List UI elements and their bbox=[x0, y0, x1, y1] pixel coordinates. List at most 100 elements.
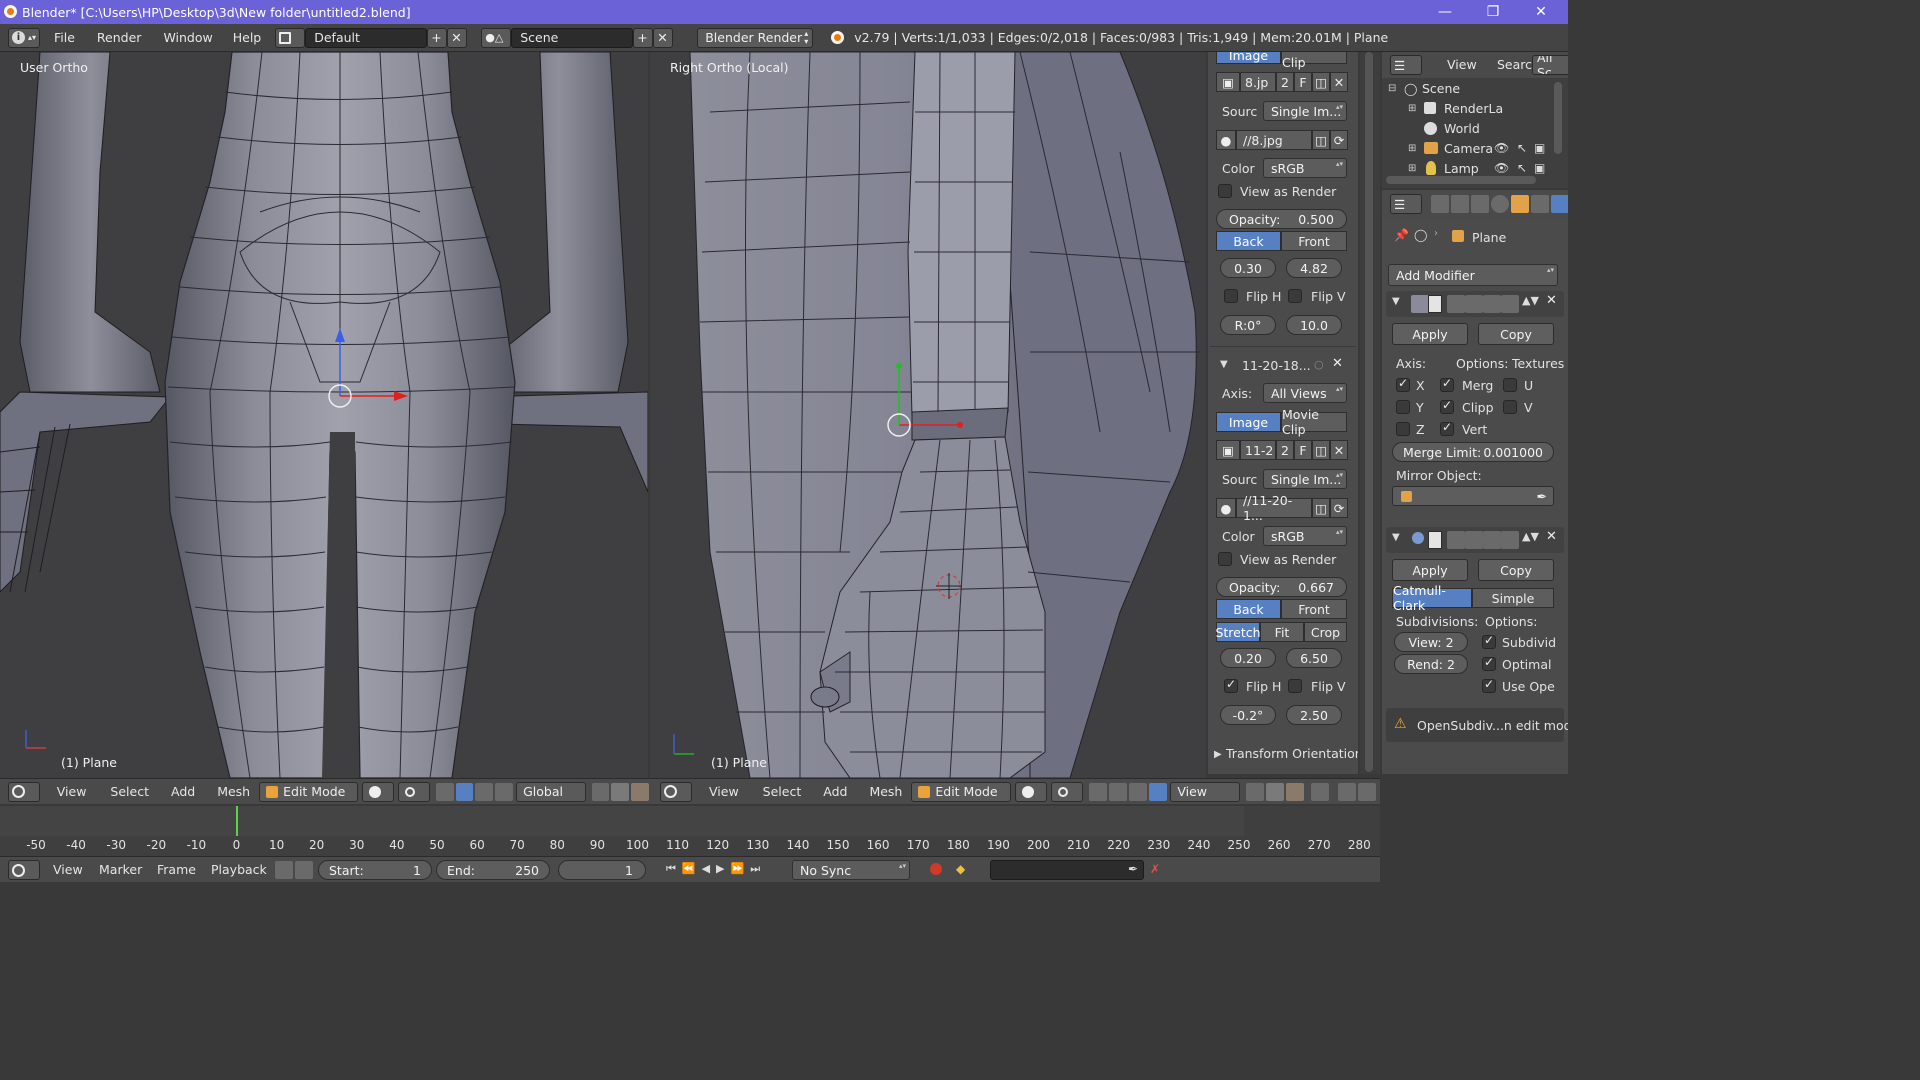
add-scene-icon[interactable]: + bbox=[633, 27, 654, 48]
record-icon[interactable] bbox=[930, 863, 942, 875]
bg2-view-as-render-checkbox[interactable] bbox=[1218, 552, 1232, 566]
bg1-offset-x[interactable]: 0.30 bbox=[1220, 258, 1276, 278]
camera-visibility-icon[interactable]: 👁 bbox=[1494, 141, 1509, 155]
bg2-fit-fit[interactable]: Fit bbox=[1260, 622, 1304, 642]
editor-type-button[interactable] bbox=[8, 781, 40, 802]
mirror-copy-button[interactable]: Copy bbox=[1478, 323, 1554, 345]
mirror-v-checkbox[interactable] bbox=[1503, 400, 1517, 414]
bg1-open-icon[interactable]: ◫ bbox=[1312, 72, 1330, 92]
render-engine-dropdown[interactable]: Blender Render ▴ ▾ bbox=[697, 27, 814, 48]
mirror-merge-checkbox[interactable] bbox=[1440, 376, 1454, 392]
info-editor-type-button[interactable]: i ▴▾ bbox=[8, 27, 40, 48]
outliner-menu-view[interactable]: View bbox=[1438, 57, 1486, 72]
subsurf-view-levels[interactable]: View: 2 bbox=[1394, 632, 1468, 652]
object-tab-icon[interactable] bbox=[1511, 195, 1529, 213]
playback-controls-icon[interactable]: ⏮⏪◀▶⏩⏭ bbox=[666, 862, 766, 876]
scale-manipulator-icon[interactable] bbox=[1149, 782, 1168, 801]
viewport-shading-dropdown[interactable] bbox=[362, 781, 395, 802]
eyedropper-icon[interactable]: ✒ bbox=[1537, 489, 1547, 504]
pin-icon[interactable]: 📌 bbox=[1394, 228, 1409, 242]
constraints-tab-icon[interactable] bbox=[1531, 195, 1549, 213]
current-frame-field[interactable]: 1 bbox=[558, 860, 646, 880]
viewport-left-mode-dropdown[interactable]: Edit Mode bbox=[259, 781, 359, 802]
mirror-vertex-groups-checkbox[interactable] bbox=[1440, 420, 1454, 436]
viewport-right-menu-select[interactable]: Select bbox=[754, 784, 811, 799]
face-select-icon[interactable] bbox=[631, 782, 649, 801]
add-modifier-dropdown[interactable]: Add Modifier bbox=[1388, 264, 1558, 286]
transform-orientation-dropdown[interactable]: Global bbox=[516, 781, 586, 802]
outliner-item-camera[interactable]: Camera bbox=[1444, 141, 1493, 156]
bg1-pack-icon[interactable]: ● bbox=[1216, 130, 1236, 150]
subsurf-use-opensubdiv-checkbox[interactable] bbox=[1482, 677, 1496, 693]
lamp-select-icon[interactable]: ↖ bbox=[1517, 161, 1527, 175]
bg2-source-dropdown[interactable]: Single Im... bbox=[1263, 469, 1347, 489]
bg2-opacity-slider[interactable]: Opacity: 0.667 bbox=[1216, 577, 1347, 597]
bg2-tab-movie-clip[interactable]: Movie Clip bbox=[1281, 407, 1347, 437]
camera-select-icon[interactable]: ↖ bbox=[1517, 141, 1527, 155]
subsurf-catmull-clark-tab[interactable]: Catmull-Clark bbox=[1392, 583, 1472, 613]
outliner-item-renderlayer[interactable]: RenderLa bbox=[1444, 101, 1503, 116]
lamp-visibility-icon[interactable]: 👁 bbox=[1494, 161, 1509, 175]
manipulator-toggle-icon[interactable] bbox=[435, 782, 454, 801]
bg2-fake-user[interactable]: F bbox=[1294, 440, 1312, 460]
world-tab-icon[interactable] bbox=[1491, 195, 1509, 213]
bg2-offset-x[interactable]: 0.20 bbox=[1220, 648, 1276, 668]
subsurf-render-toggle-icon[interactable] bbox=[1447, 531, 1465, 549]
insert-keyframe-icon[interactable]: ✒ bbox=[1128, 862, 1138, 876]
bg1-image-browse-icon[interactable]: ▣ bbox=[1216, 72, 1240, 92]
rotate-manipulator-icon[interactable] bbox=[475, 782, 494, 801]
close-button[interactable]: ✕ bbox=[1518, 0, 1564, 24]
layout-browse-button[interactable] bbox=[275, 27, 306, 48]
timeline-menu-frame[interactable]: Frame bbox=[148, 862, 205, 877]
scale-manipulator-icon[interactable] bbox=[495, 782, 514, 801]
snap-icon[interactable] bbox=[1358, 782, 1377, 801]
viewport-left-menu-add[interactable]: Add bbox=[162, 784, 204, 799]
lock-icon[interactable] bbox=[295, 861, 313, 879]
bg2-remove-icon[interactable]: ✕ bbox=[1332, 356, 1343, 371]
properties-scrollbar-thumb[interactable] bbox=[1365, 52, 1373, 772]
bg1-reload-icon[interactable]: ⟳ bbox=[1330, 130, 1348, 150]
viewport-left-menu-view[interactable]: View bbox=[48, 784, 96, 799]
viewport-right-menu-add[interactable]: Add bbox=[814, 784, 856, 799]
edge-select-icon[interactable] bbox=[1266, 782, 1285, 801]
bg2-fit-stretch[interactable]: Stretch bbox=[1215, 622, 1261, 642]
mirror-clipping-checkbox[interactable] bbox=[1440, 398, 1454, 414]
sync-mode-dropdown[interactable]: No Sync bbox=[792, 860, 910, 880]
bg1-filebrowse-icon[interactable]: ◫ bbox=[1312, 130, 1330, 150]
subsurf-render-levels[interactable]: Rend: 2 bbox=[1394, 654, 1468, 674]
vertex-select-icon[interactable] bbox=[591, 782, 610, 801]
outliner-vscrollbar[interactable] bbox=[1554, 82, 1562, 154]
bg2-size[interactable]: 2.50 bbox=[1286, 705, 1342, 725]
subsurf-editmode-toggle-icon[interactable] bbox=[1483, 531, 1501, 549]
viewport-left-menu-select[interactable]: Select bbox=[101, 784, 158, 799]
bg1-color-dropdown[interactable]: sRGB bbox=[1263, 158, 1347, 178]
outliner-display-mode-dropdown[interactable]: All Sc bbox=[1532, 55, 1568, 75]
modifiers-tab-icon[interactable] bbox=[1551, 195, 1568, 213]
bg2-front-toggle[interactable]: Front bbox=[1281, 599, 1347, 619]
minimize-button[interactable]: — bbox=[1422, 0, 1468, 24]
viewport-right-mode-dropdown[interactable]: Edit Mode bbox=[911, 781, 1012, 802]
bg1-tab-movie-clip[interactable]: Movie Clip bbox=[1281, 52, 1347, 70]
lamp-expand-icon[interactable]: ⊞ bbox=[1408, 163, 1416, 174]
mirror-apply-button[interactable]: Apply bbox=[1392, 323, 1468, 345]
menu-file[interactable]: File bbox=[46, 30, 83, 45]
subsurf-apply-button[interactable]: Apply bbox=[1392, 559, 1468, 581]
scene-expand-icon[interactable]: ⊟ bbox=[1388, 83, 1396, 94]
pivot-point-dropdown[interactable] bbox=[1051, 781, 1084, 802]
outliner-item-lamp[interactable]: Lamp bbox=[1444, 161, 1479, 176]
maximize-button[interactable]: ❐ bbox=[1470, 0, 1516, 24]
proportional-edit-icon[interactable] bbox=[1338, 782, 1357, 801]
subsurf-subdivide-uvs-checkbox[interactable] bbox=[1482, 633, 1496, 649]
subsurf-realtime-toggle-icon[interactable] bbox=[1465, 531, 1483, 549]
rotate-manipulator-icon[interactable] bbox=[1129, 782, 1148, 801]
timeline-editor-type-button[interactable] bbox=[8, 860, 40, 880]
bg2-users[interactable]: 2 bbox=[1276, 440, 1294, 460]
timeline-area[interactable]: -50 -40 -30 -20 -10 0 10 20 30 40 50 60 70 80 90 100 110… bbox=[0, 806, 1380, 856]
bg1-image-name[interactable]: 8.jp bbox=[1240, 72, 1276, 92]
translate-manipulator-icon[interactable] bbox=[1109, 782, 1128, 801]
bg2-flip-h-checkbox[interactable] bbox=[1224, 677, 1238, 693]
bg1-unlink-icon[interactable]: ✕ bbox=[1330, 72, 1348, 92]
occlude-geometry-icon[interactable] bbox=[1311, 782, 1330, 801]
mirror-axis-x-checkbox[interactable] bbox=[1396, 376, 1410, 392]
transform-orientation-dropdown[interactable]: View bbox=[1170, 781, 1241, 802]
